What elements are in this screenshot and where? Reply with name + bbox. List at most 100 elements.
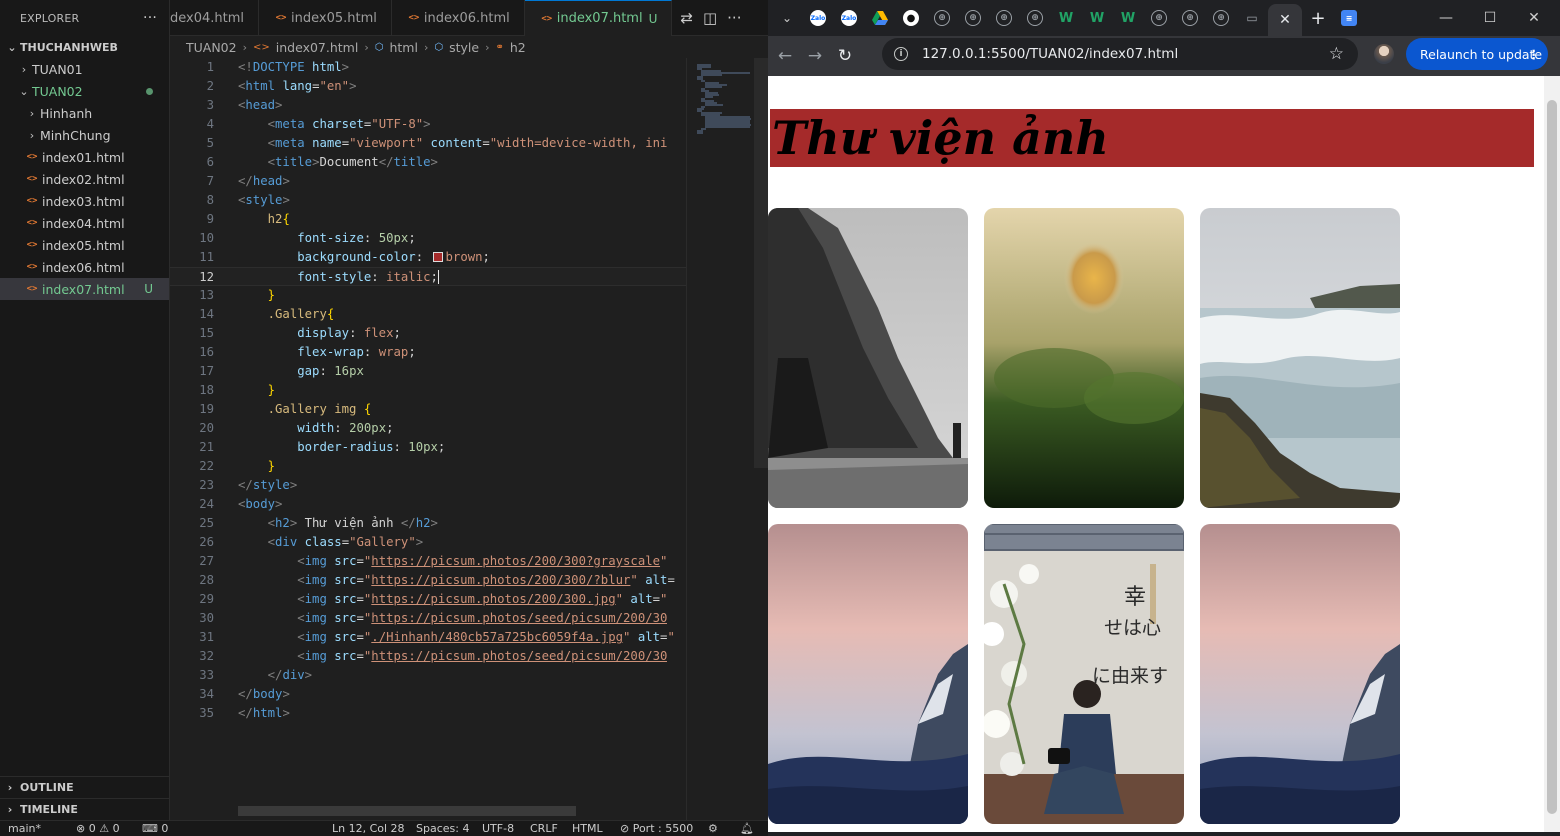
vertical-scrollbar[interactable] <box>754 58 768 468</box>
code-text: </body> <box>238 687 290 701</box>
active-browser-tab[interactable]: ✕ <box>1268 4 1302 36</box>
browser-tab[interactable]: ▭ <box>1237 4 1267 32</box>
tree-item-index04-html[interactable]: <> index04.html <box>0 212 169 234</box>
browser-tab[interactable] <box>865 4 895 32</box>
forward-arrow-icon[interactable]: → <box>800 41 830 71</box>
browser-tab[interactable]: ⊕ <box>1144 4 1174 32</box>
browser-tab[interactable]: ⊕ <box>1175 4 1205 32</box>
code-text: h2{ <box>267 212 290 226</box>
chevron-right-icon: › <box>21 62 27 76</box>
branch-status[interactable]: main* <box>8 822 41 835</box>
tree-item-index01-html[interactable]: <> index01.html <box>0 146 169 168</box>
compare-changes-icon[interactable]: ⇄ <box>680 9 693 27</box>
browser-tab[interactable]: W <box>1113 4 1143 32</box>
back-arrow-icon[interactable]: ← <box>770 41 800 71</box>
browser-tab[interactable]: W <box>1051 4 1081 32</box>
relaunch-button[interactable]: Relaunch to update ⋮ <box>1406 38 1548 70</box>
browser-tab[interactable]: ⊕ <box>989 4 1019 32</box>
live-server-port[interactable]: ⊘ Port : 5500 <box>620 822 693 835</box>
page-scrollbar[interactable] <box>1544 76 1560 832</box>
browser-tab[interactable]: ⊕ <box>958 4 988 32</box>
split-editor-icon[interactable]: ◫ <box>703 9 717 27</box>
line-number: 30 <box>199 611 214 625</box>
problems-status[interactable]: ⊗ 0 ⚠ 0 <box>76 822 120 835</box>
browser-tab[interactable]: ⊕ <box>927 4 957 32</box>
new-tab-button[interactable]: + <box>1303 4 1333 32</box>
tree-item-index06-html[interactable]: <> index06.html <box>0 256 169 278</box>
breadcrumb: TUAN02 › <> index07.html › ⬡ html › ⬡ style › ⚭ h2 <box>170 36 768 58</box>
bell-icon[interactable]: 🔔︎ <box>740 822 754 835</box>
horizontal-scrollbar[interactable] <box>238 806 576 816</box>
line-number: 27 <box>199 554 214 568</box>
workspace-root[interactable]: ⌄ THUCHANHWEB <box>0 36 169 58</box>
accounts-icon[interactable]: ⚙ <box>708 822 718 835</box>
line-number: 7 <box>206 174 214 188</box>
browser-tab[interactable]: ⊕ <box>1206 4 1236 32</box>
profile-avatar[interactable] <box>1374 44 1394 64</box>
tree-item-index07-html[interactable]: <> index07.html U <box>0 278 169 300</box>
indentation-status[interactable]: Spaces: 4 <box>416 822 469 835</box>
close-icon[interactable]: ✕ <box>1279 12 1291 28</box>
relaunch-label: Relaunch to update <box>1420 46 1543 62</box>
timeline-section[interactable]: › TIMELINE <box>0 798 170 820</box>
editor-tab-index05-html[interactable]: <> index05.html <box>259 0 392 36</box>
tab-label: index07.html <box>556 11 643 26</box>
breadcrumb-item[interactable]: html <box>389 40 417 55</box>
tree-item-index03-html[interactable]: <> index03.html <box>0 190 169 212</box>
breadcrumb-item[interactable]: TUAN02 <box>186 40 237 55</box>
line-number: 13 <box>199 288 214 302</box>
ports-status[interactable]: ⌨ 0 <box>142 822 168 835</box>
browser-tab[interactable]: ● <box>896 4 926 32</box>
globe-icon: ⊕ <box>1151 10 1167 26</box>
tab-search-button[interactable]: ⌄ <box>772 4 802 32</box>
encoding-status[interactable]: UTF-8 <box>482 822 514 835</box>
kebab-menu-icon[interactable]: ⋮ <box>1528 47 1541 62</box>
browser-tab[interactable]: Zalo <box>834 4 864 32</box>
language-status[interactable]: HTML <box>572 822 603 835</box>
line-number: 32 <box>199 649 214 663</box>
outline-section[interactable]: › OUTLINE <box>0 776 170 798</box>
color-swatch[interactable] <box>432 252 443 262</box>
code-text: <h2> Thư viện ảnh </h2> <box>267 516 438 530</box>
html-file-icon: <> <box>253 41 270 53</box>
scrollbar-thumb[interactable] <box>1547 100 1557 814</box>
docs-tab[interactable]: ≡ <box>1334 4 1364 32</box>
editor-tab-index07-html[interactable]: <> index07.html U <box>524 0 673 36</box>
browser-tab[interactable]: W <box>1082 4 1112 32</box>
eol-status[interactable]: CRLF <box>530 822 558 835</box>
breadcrumb-item[interactable]: h2 <box>510 40 526 55</box>
more-actions-icon[interactable]: ··· <box>727 9 741 27</box>
minimize-button[interactable]: — <box>1426 8 1466 28</box>
line-number: 23 <box>199 478 214 492</box>
editor-tab-dex04-html[interactable]: dex04.html <box>170 0 260 36</box>
browser-tab[interactable]: ⊕ <box>1020 4 1050 32</box>
tree-item-tuan01[interactable]: › TUAN01 <box>0 58 169 80</box>
browser-tab[interactable]: Zalo <box>803 4 833 32</box>
tree-item-tuan02[interactable]: ⌄ TUAN02 <box>0 80 169 102</box>
tree-item-index02-html[interactable]: <> index02.html <box>0 168 169 190</box>
editor-tab-index06-html[interactable]: <> index06.html <box>392 0 525 36</box>
close-window-button[interactable]: ✕ <box>1514 8 1554 28</box>
html-file-icon: <> <box>26 262 38 272</box>
line-number: 21 <box>199 440 214 454</box>
code-editor[interactable]: 1 <!DOCTYPE html> 2 <html lang="en"> 3 <head>… <box>170 58 768 820</box>
tree-item-index05-html[interactable]: <> index05.html <box>0 234 169 256</box>
address-bar[interactable]: i 127.0.0.1:5500/TUAN02/index07.html ☆ <box>882 38 1358 70</box>
workspace-label: THUCHANHWEB <box>20 40 118 54</box>
status-bar: main* ⊗ 0 ⚠ 0 ⌨ 0 Ln 12, Col 28 Spaces: … <box>0 820 768 836</box>
tree-item-hinhanh[interactable]: › Hinhanh <box>0 102 169 124</box>
code-line: 9 h2{ <box>170 210 686 229</box>
maximize-button[interactable]: ☐ <box>1470 8 1510 28</box>
cursor-position[interactable]: Ln 12, Col 28 <box>332 822 405 835</box>
star-icon[interactable]: ☆ <box>1329 44 1344 64</box>
breadcrumb-item[interactable]: style <box>449 40 479 55</box>
reload-icon[interactable]: ↻ <box>830 41 860 71</box>
zalo-icon: Zalo <box>810 10 826 26</box>
chevron-right-icon: › <box>7 781 13 794</box>
breadcrumb-item[interactable]: index07.html <box>276 40 359 55</box>
code-line: 10 font-size: 50px; <box>170 229 686 248</box>
info-icon[interactable]: i <box>894 47 908 61</box>
more-actions-icon[interactable]: ··· <box>143 10 157 26</box>
html-file-icon: <> <box>26 240 38 250</box>
tree-item-minhchung[interactable]: › MinhChung <box>0 124 169 146</box>
